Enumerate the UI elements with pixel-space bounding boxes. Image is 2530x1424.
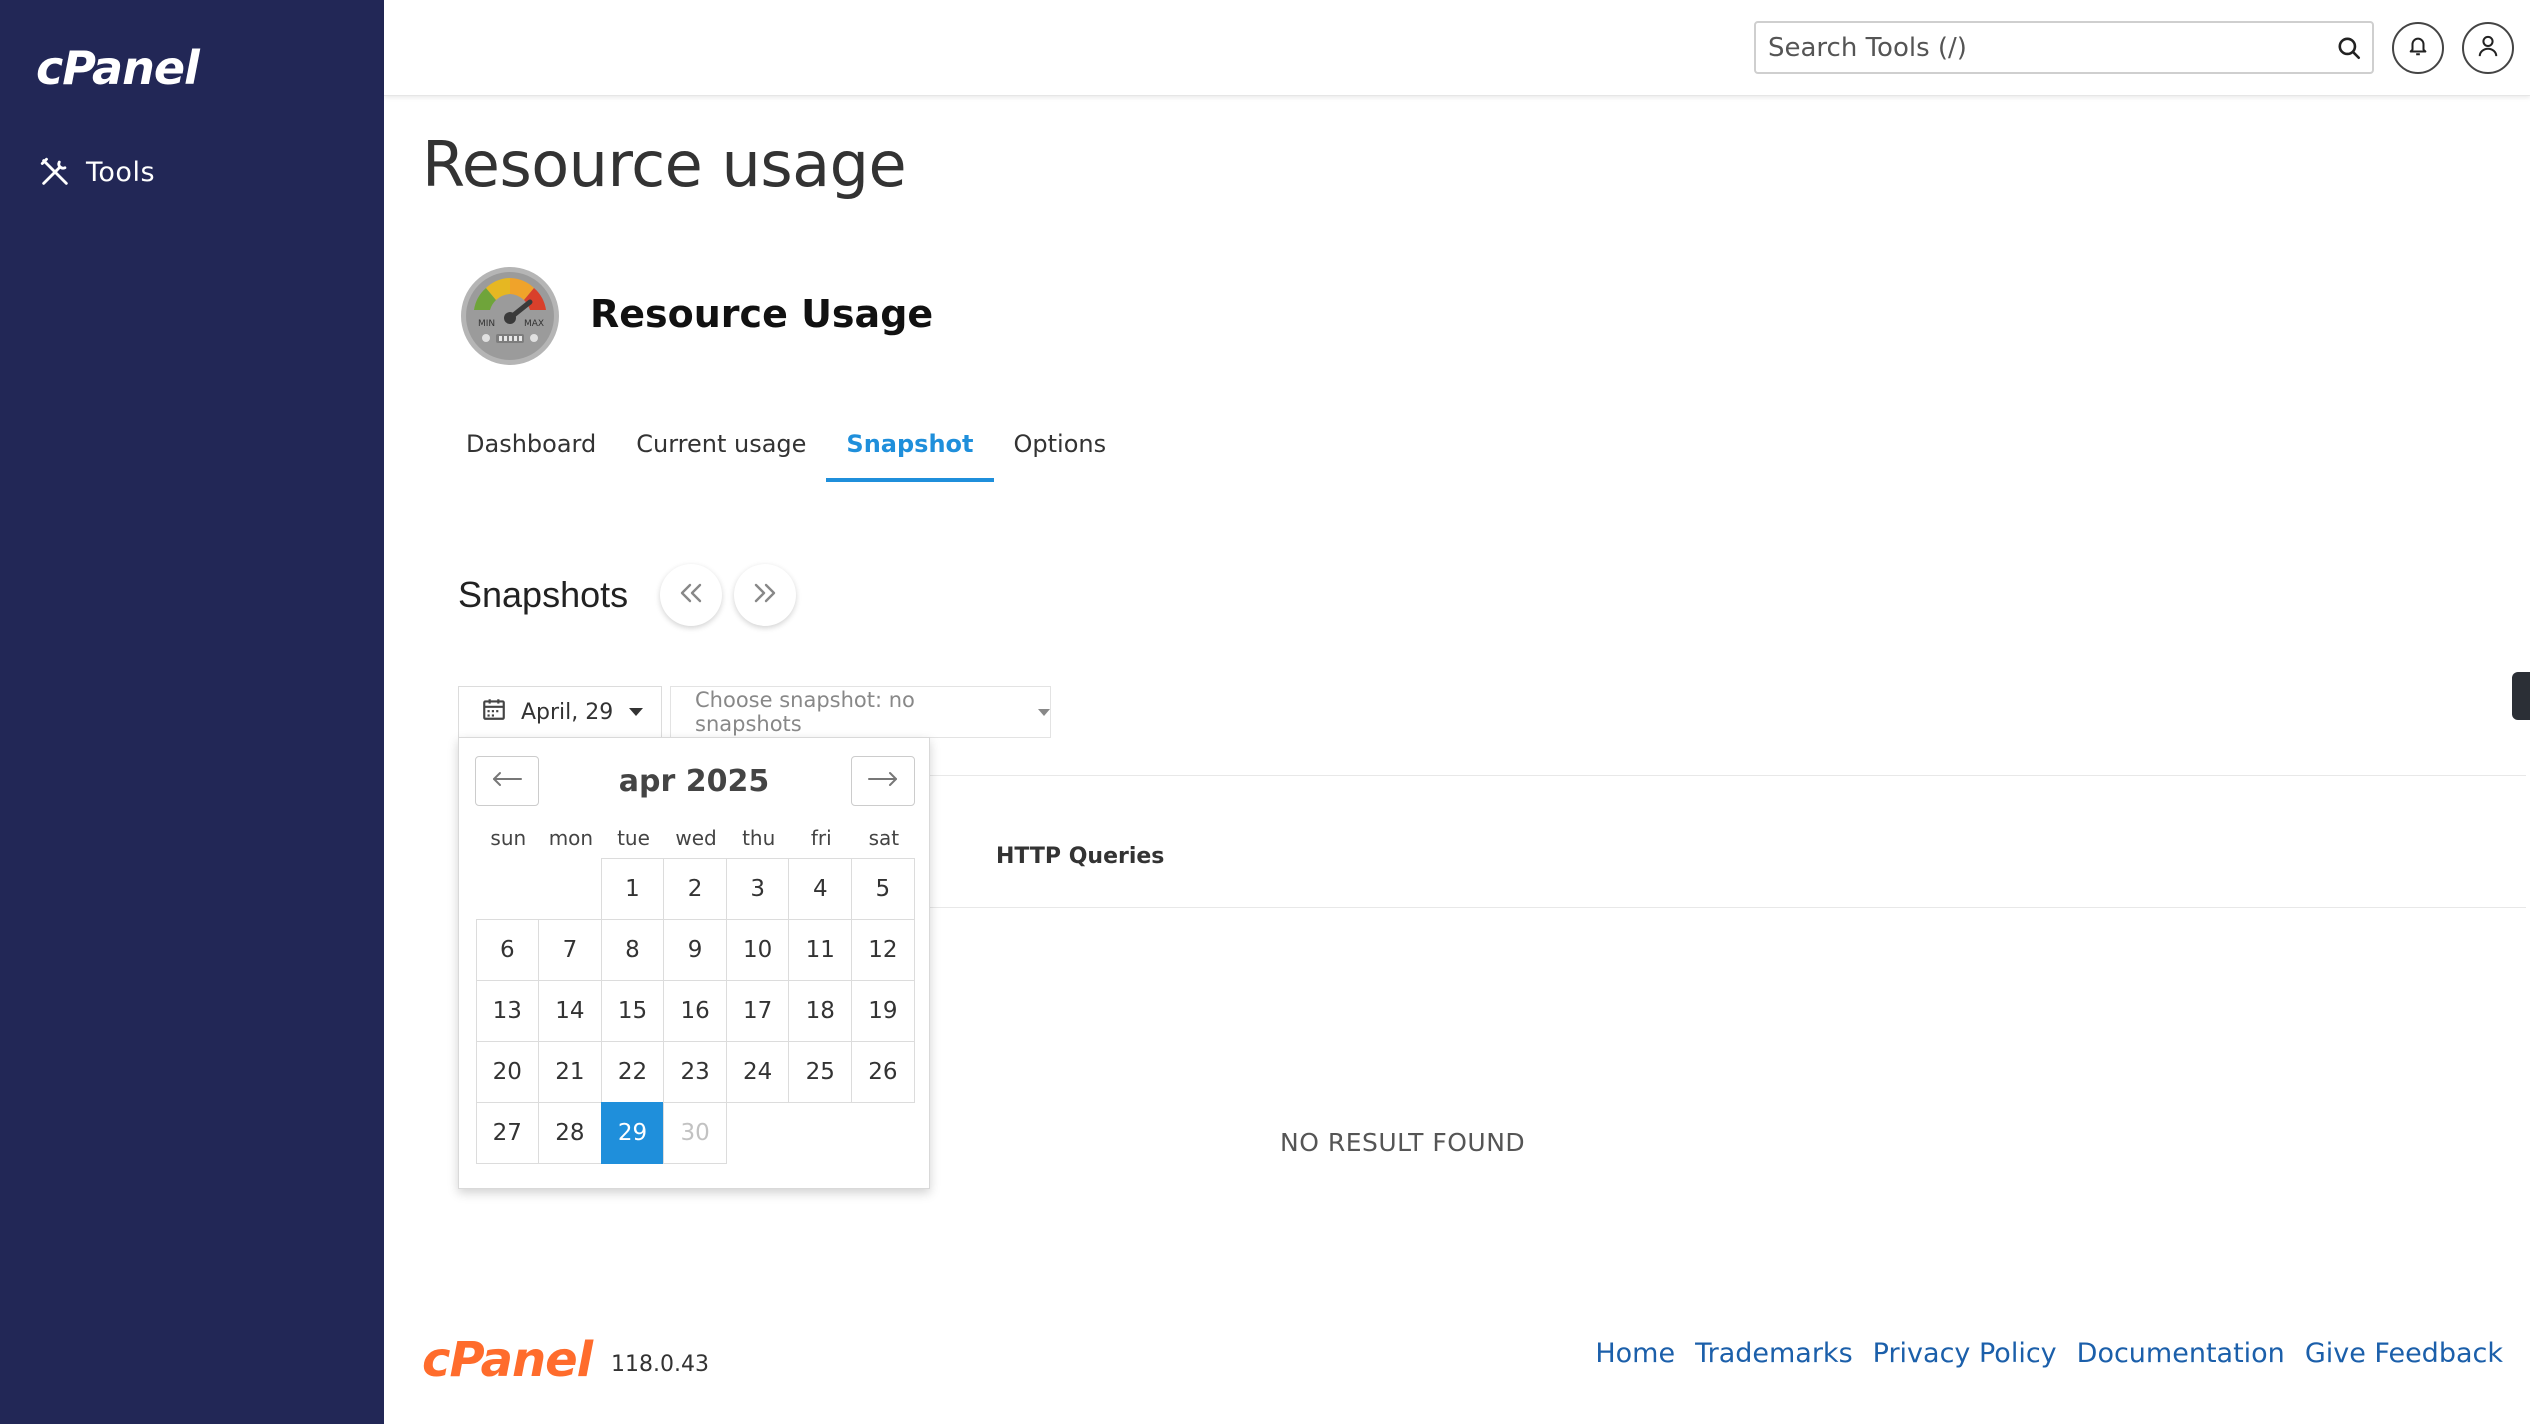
calendar-day[interactable]: 6 — [475, 918, 540, 981]
calendar-day[interactable]: 14 — [538, 979, 602, 1042]
column-header-http-queries: HTTP Queries — [996, 844, 1165, 869]
snapshots-title: Snapshots — [458, 574, 629, 615]
calendar-day[interactable]: 13 — [475, 979, 540, 1042]
calendar-day[interactable]: 16 — [663, 979, 727, 1042]
page-title: Resource usage — [422, 128, 907, 201]
caret-down-icon — [629, 708, 644, 716]
svg-text:cPanel: cPanel — [36, 44, 201, 94]
top-bar — [384, 0, 2530, 96]
gauge-max-label: MAX — [524, 319, 544, 329]
snapshot-select-value: Choose snapshot: no snapshots — [695, 688, 915, 736]
calendar-day[interactable]: 18 — [788, 979, 853, 1042]
tab-dashboard[interactable]: Dashboard — [446, 420, 616, 482]
calendar-day[interactable]: 15 — [600, 979, 665, 1042]
calendar-day[interactable]: 17 — [725, 979, 790, 1042]
search-box — [1754, 21, 2374, 74]
snapshot-select[interactable]: Choose snapshot: no snapshots — [670, 686, 1051, 738]
weekday-label: sat — [868, 826, 900, 850]
calendar-day[interactable]: 19 — [851, 979, 915, 1042]
sidebar-item-label: Tools — [86, 156, 156, 188]
weekday-label: tue — [617, 826, 650, 850]
user-menu-button[interactable] — [2462, 22, 2514, 74]
calendar-day[interactable]: 26 — [851, 1040, 915, 1103]
calendar-days-grid: 1 2 3 4 5 6 7 8 9 10 11 12 13 14 15 16 17 18 19 20 21 22 23 24 2… — [475, 857, 916, 1164]
next-snapshot-button[interactable] — [734, 564, 796, 626]
notifications-button[interactable] — [2392, 22, 2444, 74]
calendar-day[interactable]: 20 — [475, 1040, 540, 1103]
empty-day-cell — [539, 858, 602, 919]
weekday-label: mon — [548, 826, 594, 850]
app-name: Resource Usage — [590, 292, 934, 336]
table-divider — [930, 907, 2526, 908]
calendar-day[interactable]: 12 — [851, 918, 915, 981]
tab-bar: Dashboard Current usage Snapshot Options — [446, 420, 1126, 482]
calendar-day[interactable]: 24 — [725, 1040, 790, 1103]
caret-down-icon — [1038, 708, 1050, 716]
tab-snapshot[interactable]: Snapshot — [826, 420, 994, 482]
calendar-day[interactable]: 10 — [725, 918, 790, 981]
previous-snapshot-button[interactable] — [660, 564, 722, 626]
tab-options[interactable]: Options — [994, 420, 1127, 482]
gauge-min-label: MIN — [478, 319, 495, 329]
weekday-label: wed — [675, 826, 717, 850]
calendar-day[interactable]: 7 — [538, 918, 602, 981]
double-chevron-left-icon — [678, 582, 704, 609]
footer-cpanel-logo: cPanel — [422, 1332, 614, 1389]
calendar-day-selected[interactable]: 29 — [600, 1101, 665, 1164]
footer-links: Home Trademarks Privacy Policy Documenta… — [1595, 1338, 2503, 1369]
calendar-day[interactable]: 22 — [600, 1040, 665, 1103]
next-month-button[interactable] — [851, 756, 915, 806]
version-number: 118.0.43 — [611, 1352, 709, 1377]
weekday-label: sun — [490, 826, 527, 850]
sidebar-item-tools[interactable]: Tools — [36, 150, 155, 194]
calendar-day[interactable]: 23 — [663, 1040, 727, 1103]
cpanel-logo[interactable]: cPanel — [36, 41, 228, 99]
tab-current-usage[interactable]: Current usage — [616, 420, 826, 482]
sidebar: cPanel Tools — [0, 0, 384, 1424]
calendar-icon — [481, 696, 507, 728]
calendar-day[interactable]: 2 — [663, 857, 727, 920]
calendar-day[interactable]: 27 — [475, 1101, 540, 1164]
calendar-day[interactable]: 1 — [600, 857, 665, 920]
weekday-header: sun mon tue wed thu fri sat — [477, 826, 913, 850]
calendar-day[interactable]: 9 — [663, 918, 727, 981]
datepicker-popup: apr 2025 sun mon tue wed thu fri sat 123456789… — [458, 737, 930, 1189]
empty-state-text: NO RESULT FOUND — [1280, 1128, 1526, 1157]
calendar-day[interactable]: 28 — [538, 1101, 602, 1164]
calendar-day: 30 — [663, 1101, 727, 1164]
calendar-day[interactable]: 11 — [788, 918, 853, 981]
search-icon[interactable] — [2326, 25, 2372, 71]
calendar-day[interactable]: 3 — [725, 857, 790, 920]
tools-icon — [36, 153, 74, 191]
footer-link-give-feedback[interactable]: Give Feedback — [2305, 1338, 2503, 1369]
svg-text:cPanel: cPanel — [422, 1334, 594, 1384]
footer-link-home[interactable]: Home — [1595, 1338, 1675, 1369]
double-chevron-right-icon — [752, 582, 778, 609]
calendar-day[interactable]: 5 — [851, 857, 915, 920]
table-divider — [930, 775, 2526, 776]
weekday-label: fri — [810, 826, 832, 850]
search-input[interactable] — [1756, 23, 2326, 72]
side-panel-toggle[interactable] — [2512, 672, 2530, 720]
arrow-right-icon — [867, 771, 899, 792]
user-icon — [2477, 34, 2499, 63]
calendar-day[interactable]: 4 — [788, 857, 853, 920]
calendar-day[interactable]: 8 — [600, 918, 665, 981]
calendar-day[interactable]: 21 — [538, 1040, 602, 1103]
footer-link-privacy-policy[interactable]: Privacy Policy — [1873, 1338, 2057, 1369]
empty-day-cell — [476, 858, 539, 919]
footer-link-trademarks[interactable]: Trademarks — [1695, 1338, 1853, 1369]
resource-gauge-icon: MIN MAX — [460, 266, 560, 366]
weekday-label: thu — [742, 826, 776, 850]
date-picker-value: April, 29 — [521, 699, 614, 725]
calendar-day[interactable]: 25 — [788, 1040, 853, 1103]
date-picker-button[interactable]: April, 29 — [458, 686, 662, 738]
bell-icon — [2407, 34, 2429, 63]
footer-link-documentation[interactable]: Documentation — [2077, 1338, 2285, 1369]
